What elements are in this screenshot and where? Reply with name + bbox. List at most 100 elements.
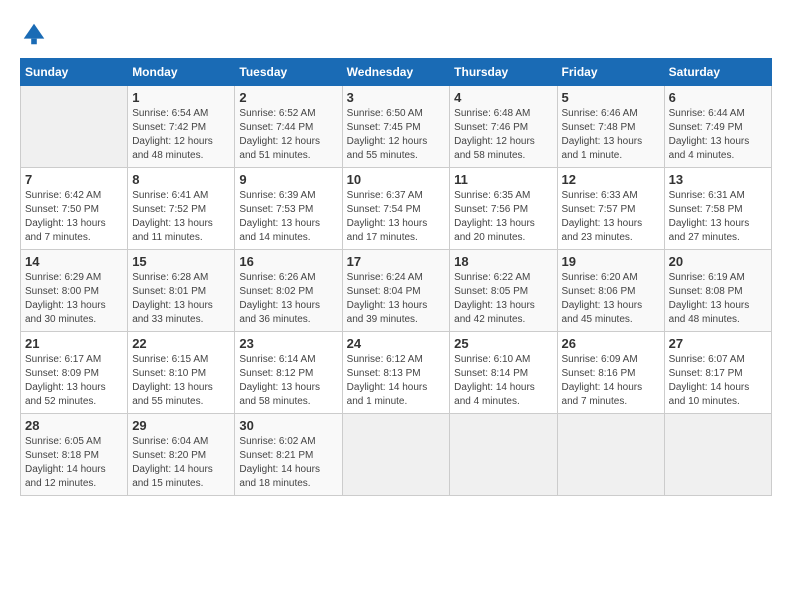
calendar-cell: 25 Sunrise: 6:10 AMSunset: 8:14 PMDayligh…: [450, 332, 557, 414]
calendar-cell: 20 Sunrise: 6:19 AMSunset: 8:08 PMDayligh…: [664, 250, 771, 332]
day-info: Sunrise: 6:39 AMSunset: 7:53 PMDaylight:…: [239, 189, 337, 245]
calendar-cell: 26 Sunrise: 6:09 AMSunset: 8:16 PMDayligh…: [557, 332, 664, 414]
header-day: Thursday: [450, 59, 557, 86]
day-info: Sunrise: 6:04 AMSunset: 8:20 PMDaylight:…: [132, 435, 230, 491]
day-number: 8: [132, 172, 230, 187]
day-info: Sunrise: 6:20 AMSunset: 8:06 PMDaylight:…: [562, 271, 660, 327]
day-number: 22: [132, 336, 230, 351]
day-number: 25: [454, 336, 552, 351]
day-number: 9: [239, 172, 337, 187]
day-number: 16: [239, 254, 337, 269]
calendar-cell: 19 Sunrise: 6:20 AMSunset: 8:06 PMDayligh…: [557, 250, 664, 332]
header-row: SundayMondayTuesdayWednesdayThursdayFrid…: [21, 59, 772, 86]
calendar-header: SundayMondayTuesdayWednesdayThursdayFrid…: [21, 59, 772, 86]
day-info: Sunrise: 6:24 AMSunset: 8:04 PMDaylight:…: [347, 271, 446, 327]
calendar-week-row: 21 Sunrise: 6:17 AMSunset: 8:09 PMDayligh…: [21, 332, 772, 414]
day-number: 24: [347, 336, 446, 351]
calendar-cell: 28 Sunrise: 6:05 AMSunset: 8:18 PMDayligh…: [21, 414, 128, 496]
header-day: Saturday: [664, 59, 771, 86]
day-number: 14: [25, 254, 123, 269]
calendar-cell: 22 Sunrise: 6:15 AMSunset: 8:10 PMDayligh…: [128, 332, 235, 414]
calendar-week-row: 1 Sunrise: 6:54 AMSunset: 7:42 PMDaylight…: [21, 86, 772, 168]
day-info: Sunrise: 6:46 AMSunset: 7:48 PMDaylight:…: [562, 107, 660, 163]
day-info: Sunrise: 6:52 AMSunset: 7:44 PMDaylight:…: [239, 107, 337, 163]
calendar-table: SundayMondayTuesdayWednesdayThursdayFrid…: [20, 58, 772, 496]
calendar-cell: 9 Sunrise: 6:39 AMSunset: 7:53 PMDaylight…: [235, 168, 342, 250]
day-number: 18: [454, 254, 552, 269]
day-number: 5: [562, 90, 660, 105]
day-number: 1: [132, 90, 230, 105]
calendar-cell: 5 Sunrise: 6:46 AMSunset: 7:48 PMDaylight…: [557, 86, 664, 168]
calendar-cell: 13 Sunrise: 6:31 AMSunset: 7:58 PMDayligh…: [664, 168, 771, 250]
calendar-cell: 2Sunrise: 6:52 AMSunset: 7:44 PMDaylight…: [235, 86, 342, 168]
day-info: Sunrise: 6:15 AMSunset: 8:10 PMDaylight:…: [132, 353, 230, 409]
header-day: Wednesday: [342, 59, 450, 86]
day-info: Sunrise: 6:28 AMSunset: 8:01 PMDaylight:…: [132, 271, 230, 327]
calendar-cell: [664, 414, 771, 496]
day-info: Sunrise: 6:29 AMSunset: 8:00 PMDaylight:…: [25, 271, 123, 327]
day-info: Sunrise: 6:22 AMSunset: 8:05 PMDaylight:…: [454, 271, 552, 327]
calendar-cell: 29 Sunrise: 6:04 AMSunset: 8:20 PMDayligh…: [128, 414, 235, 496]
day-number: 20: [669, 254, 767, 269]
day-info: Sunrise: 6:31 AMSunset: 7:58 PMDaylight:…: [669, 189, 767, 245]
calendar-week-row: 28 Sunrise: 6:05 AMSunset: 8:18 PMDayligh…: [21, 414, 772, 496]
calendar-cell: 15Sunrise: 6:28 AMSunset: 8:01 PMDayligh…: [128, 250, 235, 332]
day-info: Sunrise: 6:42 AMSunset: 7:50 PMDaylight:…: [25, 189, 123, 245]
day-info: Sunrise: 6:44 AMSunset: 7:49 PMDaylight:…: [669, 107, 767, 163]
day-info: Sunrise: 6:19 AMSunset: 8:08 PMDaylight:…: [669, 271, 767, 327]
calendar-cell: 14 Sunrise: 6:29 AMSunset: 8:00 PMDayligh…: [21, 250, 128, 332]
day-info: Sunrise: 6:09 AMSunset: 8:16 PMDaylight:…: [562, 353, 660, 409]
day-info: Sunrise: 6:17 AMSunset: 8:09 PMDaylight:…: [25, 353, 123, 409]
day-number: 11: [454, 172, 552, 187]
day-number: 13: [669, 172, 767, 187]
day-info: Sunrise: 6:05 AMSunset: 8:18 PMDaylight:…: [25, 435, 123, 491]
calendar-cell: [450, 414, 557, 496]
day-info: Sunrise: 6:54 AMSunset: 7:42 PMDaylight:…: [132, 107, 230, 163]
calendar-cell: 10 Sunrise: 6:37 AMSunset: 7:54 PMDayligh…: [342, 168, 450, 250]
calendar-cell: 12 Sunrise: 6:33 AMSunset: 7:57 PMDayligh…: [557, 168, 664, 250]
day-info: Sunrise: 6:50 AMSunset: 7:45 PMDaylight:…: [347, 107, 446, 163]
day-number: 26: [562, 336, 660, 351]
day-number: 23: [239, 336, 337, 351]
day-number: 10: [347, 172, 446, 187]
calendar-cell: 11 Sunrise: 6:35 AMSunset: 7:56 PMDayligh…: [450, 168, 557, 250]
day-info: Sunrise: 6:14 AMSunset: 8:12 PMDaylight:…: [239, 353, 337, 409]
header-day: Monday: [128, 59, 235, 86]
calendar-cell: [342, 414, 450, 496]
calendar-cell: [21, 86, 128, 168]
day-number: 19: [562, 254, 660, 269]
calendar-cell: 27 Sunrise: 6:07 AMSunset: 8:17 PMDayligh…: [664, 332, 771, 414]
day-info: Sunrise: 6:33 AMSunset: 7:57 PMDaylight:…: [562, 189, 660, 245]
calendar-cell: 24Sunrise: 6:12 AMSunset: 8:13 PMDayligh…: [342, 332, 450, 414]
day-info: Sunrise: 6:48 AMSunset: 7:46 PMDaylight:…: [454, 107, 552, 163]
day-info: Sunrise: 6:41 AMSunset: 7:52 PMDaylight:…: [132, 189, 230, 245]
calendar-cell: 4 Sunrise: 6:48 AMSunset: 7:46 PMDaylight…: [450, 86, 557, 168]
day-info: Sunrise: 6:26 AMSunset: 8:02 PMDaylight:…: [239, 271, 337, 327]
calendar-cell: 17Sunrise: 6:24 AMSunset: 8:04 PMDayligh…: [342, 250, 450, 332]
calendar-cell: 18 Sunrise: 6:22 AMSunset: 8:05 PMDayligh…: [450, 250, 557, 332]
day-number: 12: [562, 172, 660, 187]
calendar-week-row: 14 Sunrise: 6:29 AMSunset: 8:00 PMDayligh…: [21, 250, 772, 332]
day-number: 4: [454, 90, 552, 105]
day-number: 30: [239, 418, 337, 433]
calendar-cell: 21 Sunrise: 6:17 AMSunset: 8:09 PMDayligh…: [21, 332, 128, 414]
calendar-week-row: 7 Sunrise: 6:42 AMSunset: 7:50 PMDaylight…: [21, 168, 772, 250]
calendar-body: 1 Sunrise: 6:54 AMSunset: 7:42 PMDaylight…: [21, 86, 772, 496]
day-number: 3: [347, 90, 446, 105]
day-info: Sunrise: 6:10 AMSunset: 8:14 PMDaylight:…: [454, 353, 552, 409]
day-number: 28: [25, 418, 123, 433]
calendar-cell: 1 Sunrise: 6:54 AMSunset: 7:42 PMDaylight…: [128, 86, 235, 168]
day-info: Sunrise: 6:37 AMSunset: 7:54 PMDaylight:…: [347, 189, 446, 245]
day-number: 7: [25, 172, 123, 187]
day-info: Sunrise: 6:02 AMSunset: 8:21 PMDaylight:…: [239, 435, 337, 491]
day-number: 27: [669, 336, 767, 351]
day-number: 21: [25, 336, 123, 351]
day-info: Sunrise: 6:35 AMSunset: 7:56 PMDaylight:…: [454, 189, 552, 245]
day-number: 29: [132, 418, 230, 433]
calendar-cell: 8 Sunrise: 6:41 AMSunset: 7:52 PMDaylight…: [128, 168, 235, 250]
calendar-cell: [557, 414, 664, 496]
calendar-cell: 23 Sunrise: 6:14 AMSunset: 8:12 PMDayligh…: [235, 332, 342, 414]
calendar-cell: 16 Sunrise: 6:26 AMSunset: 8:02 PMDayligh…: [235, 250, 342, 332]
header-day: Tuesday: [235, 59, 342, 86]
day-info: Sunrise: 6:07 AMSunset: 8:17 PMDaylight:…: [669, 353, 767, 409]
